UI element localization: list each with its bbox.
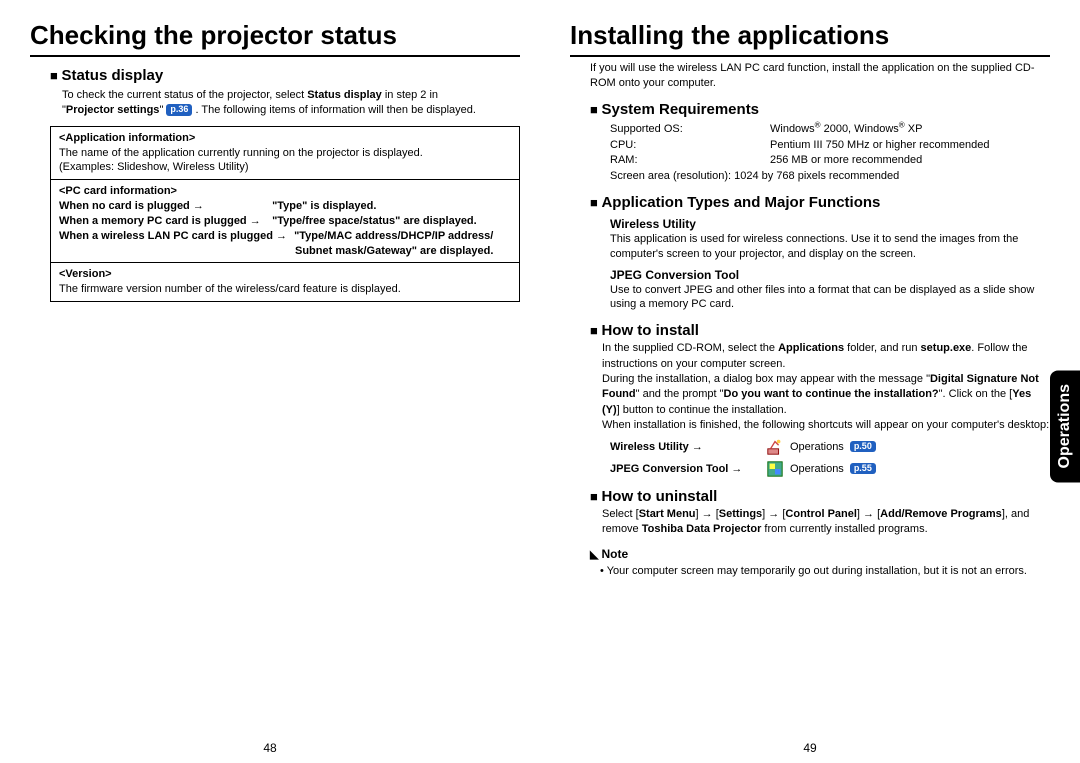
uninstall-heading: How to uninstall <box>590 488 1050 505</box>
page-numbers: 48 49 <box>0 741 1080 755</box>
sysreq-block: Supported OS:Windows® 2000, Windows® XP … <box>610 120 1050 184</box>
page-ref-36: p.36 <box>166 104 192 116</box>
app-info-cell: <Application information> The name of th… <box>51 126 520 180</box>
jpeg-tool-icon <box>766 460 784 478</box>
page-number-left: 48 <box>0 741 540 755</box>
wireless-utility-title: Wireless Utility <box>610 217 1050 231</box>
note-heading: Note <box>590 547 1050 561</box>
right-intro: If you will use the wireless LAN PC card… <box>590 61 1050 91</box>
jpeg-tool-title: JPEG Conversion Tool <box>610 268 1050 282</box>
status-display-heading: Status display <box>50 67 520 84</box>
status-intro: To check the current status of the proje… <box>62 88 520 118</box>
shortcut-wireless: Wireless Utility → Operations p.50 <box>610 438 1050 456</box>
note-bullet: • Your computer screen may temporarily g… <box>600 565 1050 577</box>
left-title: Checking the projector status <box>30 20 520 57</box>
left-page: Checking the projector status Status dis… <box>30 20 520 577</box>
page-number-right: 49 <box>540 741 1080 755</box>
page-ref-55: p.55 <box>850 463 876 475</box>
info-table: <Application information> The name of th… <box>50 126 520 302</box>
jpeg-tool-text: Use to convert JPEG and other files into… <box>610 283 1050 313</box>
page-ref-50: p.50 <box>850 441 876 453</box>
side-tab-operations: Operations <box>1050 370 1080 482</box>
right-page: Installing the applications If you will … <box>570 20 1050 577</box>
install-paragraph: In the supplied CD-ROM, select the Appli… <box>602 341 1050 433</box>
shortcut-jpeg: JPEG Conversion Tool → Operations p.55 <box>610 460 1050 478</box>
install-heading: How to install <box>590 322 1050 339</box>
apps-heading: Application Types and Major Functions <box>590 194 1050 211</box>
sysreq-heading: System Requirements <box>590 101 1050 118</box>
version-cell: <Version> The firmware version number of… <box>51 263 520 302</box>
wireless-utility-text: This application is used for wireless co… <box>610 232 1050 262</box>
right-title: Installing the applications <box>570 20 1050 57</box>
wireless-utility-icon <box>766 438 784 456</box>
pc-card-info-cell: <PC card information> When no card is pl… <box>51 180 520 263</box>
uninstall-text: Select [Start Menu] → [Settings] → [Cont… <box>602 507 1050 538</box>
